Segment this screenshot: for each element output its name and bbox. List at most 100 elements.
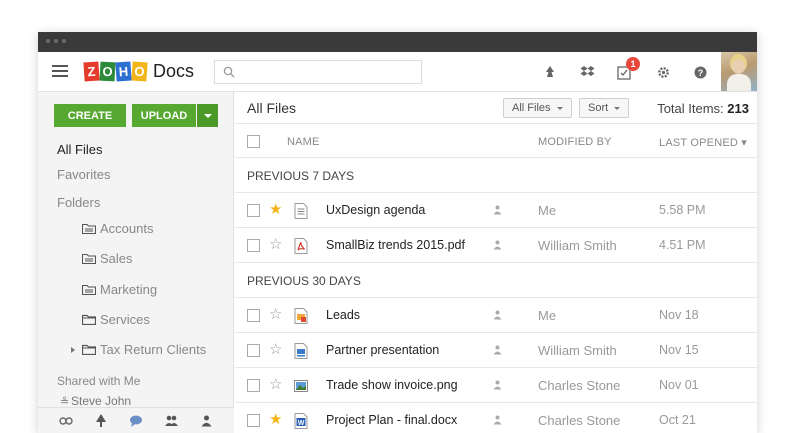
- table-row[interactable]: ☆ Partner presentation William Smith Nov…: [235, 333, 757, 368]
- star-icon[interactable]: ★: [269, 202, 282, 217]
- window-controls[interactable]: [46, 39, 66, 43]
- sidebar-item-label: Folders: [57, 195, 101, 210]
- search-icon: [223, 66, 235, 78]
- column-modified-by[interactable]: MODIFIED BY: [538, 136, 612, 148]
- table-row[interactable]: ☆ SmallBiz trends 2015.pdf William Smith…: [235, 228, 757, 263]
- row-checkbox[interactable]: [247, 344, 260, 357]
- file-name: SmallBiz trends 2015.pdf: [326, 238, 465, 252]
- tasks-icon[interactable]: 1: [615, 57, 640, 81]
- page-title: All Files: [247, 100, 297, 116]
- logo-letter: O: [131, 61, 148, 82]
- document-icon: [294, 203, 308, 219]
- person-icon: [493, 205, 502, 215]
- sidebar-footer: [38, 407, 234, 433]
- last-opened: Nov 18: [659, 308, 699, 322]
- last-opened: Nov 15: [659, 343, 699, 357]
- row-checkbox[interactable]: [247, 204, 260, 217]
- file-name: UxDesign agenda: [326, 203, 426, 217]
- tree-icon[interactable]: [93, 413, 109, 429]
- file-list-panel: All Files All Files Sort Total Items: 21…: [235, 92, 757, 433]
- notification-badge: 1: [626, 57, 640, 71]
- word-icon: W: [294, 413, 308, 429]
- modified-by: Me: [538, 308, 557, 323]
- presentation-icon: [294, 343, 308, 359]
- window-dot-icon[interactable]: [46, 39, 50, 43]
- sidebar-folder-sales[interactable]: Sales: [38, 249, 234, 269]
- last-opened: 4.51 PM: [659, 238, 706, 252]
- logo-letter: Z: [83, 61, 100, 82]
- sidebar-item-label: Marketing: [100, 282, 158, 297]
- help-icon[interactable]: ?: [691, 63, 709, 81]
- spreadsheet-icon: [294, 308, 308, 324]
- sidebar-folder-marketing[interactable]: Marketing: [38, 280, 234, 300]
- sidebar-folder-services[interactable]: Services: [38, 310, 234, 330]
- user-icon[interactable]: [198, 413, 214, 429]
- folder-icon: [82, 344, 96, 355]
- dropbox-icon[interactable]: [578, 63, 596, 81]
- row-checkbox[interactable]: [247, 379, 260, 392]
- person-icon: [493, 310, 502, 320]
- app-header: Z O H O Docs 1 ?: [38, 52, 757, 92]
- column-name[interactable]: NAME: [287, 136, 320, 148]
- recycle-icon[interactable]: [541, 63, 559, 81]
- table-row[interactable]: ★ W Project Plan - final.docx Charles St…: [235, 403, 757, 433]
- sidebar-folder-tax-return-clients[interactable]: Tax Return Clients: [38, 340, 234, 360]
- sidebar-item-label: Services: [100, 312, 150, 327]
- sidebar-item-label: Tax Return Clients: [100, 342, 207, 357]
- link-icon[interactable]: [58, 413, 74, 429]
- sort-dropdown[interactable]: Sort: [579, 98, 630, 118]
- modified-by: Me: [538, 203, 557, 218]
- column-last-opened-label: LAST OPENED: [659, 137, 739, 149]
- folder-icon: [82, 314, 96, 325]
- window-dot-icon[interactable]: [62, 39, 66, 43]
- window-dot-icon[interactable]: [54, 39, 58, 43]
- svg-text:W: W: [298, 420, 305, 427]
- file-name: Trade show invoice.png: [326, 378, 458, 392]
- group-icon[interactable]: [163, 413, 179, 429]
- sidebar-item-steve-john[interactable]: ≗ Steve John: [38, 392, 234, 408]
- star-outline-icon[interactable]: ☆: [269, 377, 282, 392]
- zoho-docs-logo[interactable]: Z O H O Docs: [83, 61, 195, 82]
- star-outline-icon[interactable]: ☆: [269, 342, 282, 357]
- table-row[interactable]: ☆ Trade show invoice.png Charles Stone N…: [235, 368, 757, 403]
- app-window: Z O H O Docs 1 ? CREATE UPLOAD All Files…: [38, 32, 757, 433]
- sidebar-item-label: Favorites: [57, 167, 111, 182]
- logo-product-name: Docs: [153, 61, 195, 81]
- shared-folder-icon: [82, 284, 96, 295]
- logo-letter: H: [115, 61, 132, 82]
- create-button[interactable]: CREATE: [54, 104, 126, 127]
- user-avatar[interactable]: [721, 52, 757, 91]
- shared-folder-icon: [82, 253, 96, 264]
- sidebar-item-all-files[interactable]: All Files: [38, 140, 234, 160]
- filter-dropdown[interactable]: All Files: [503, 98, 572, 118]
- table-row[interactable]: ★ UxDesign agenda Me 5.58 PM: [235, 193, 757, 228]
- modified-by: William Smith: [538, 343, 617, 358]
- hamburger-icon[interactable]: [52, 65, 68, 77]
- sidebar-item-folders[interactable]: Folders: [38, 193, 234, 213]
- row-checkbox[interactable]: [247, 414, 260, 427]
- expand-caret-icon[interactable]: [71, 347, 75, 353]
- column-last-opened[interactable]: LAST OPENED ▾: [659, 136, 747, 149]
- row-checkbox[interactable]: [247, 309, 260, 322]
- upload-dropdown-icon[interactable]: [197, 104, 218, 127]
- star-outline-icon[interactable]: ☆: [269, 307, 282, 322]
- modified-by: Charles Stone: [538, 413, 621, 428]
- chat-icon[interactable]: [128, 413, 144, 429]
- svg-text:?: ?: [697, 68, 703, 78]
- sidebar-item-favorites[interactable]: Favorites: [38, 165, 234, 185]
- sidebar-folder-accounts[interactable]: Accounts: [38, 219, 234, 239]
- search-box[interactable]: [214, 60, 422, 84]
- star-icon[interactable]: ★: [269, 412, 282, 427]
- select-all-checkbox[interactable]: [247, 135, 260, 148]
- section-label: PREVIOUS 7 DAYS: [247, 169, 355, 183]
- row-checkbox[interactable]: [247, 239, 260, 252]
- upload-button[interactable]: UPLOAD: [132, 104, 196, 127]
- file-list-toolbar: All Files All Files Sort Total Items: 21…: [235, 92, 757, 124]
- sidebar-item-shared-with-me[interactable]: Shared with Me: [38, 372, 234, 390]
- total-items-count: 213: [727, 101, 749, 116]
- table-row[interactable]: ☆ Leads Me Nov 18: [235, 298, 757, 333]
- gear-icon[interactable]: [654, 63, 672, 81]
- star-outline-icon[interactable]: ☆: [269, 237, 282, 252]
- last-opened: 5.58 PM: [659, 203, 706, 217]
- search-input[interactable]: [239, 64, 414, 80]
